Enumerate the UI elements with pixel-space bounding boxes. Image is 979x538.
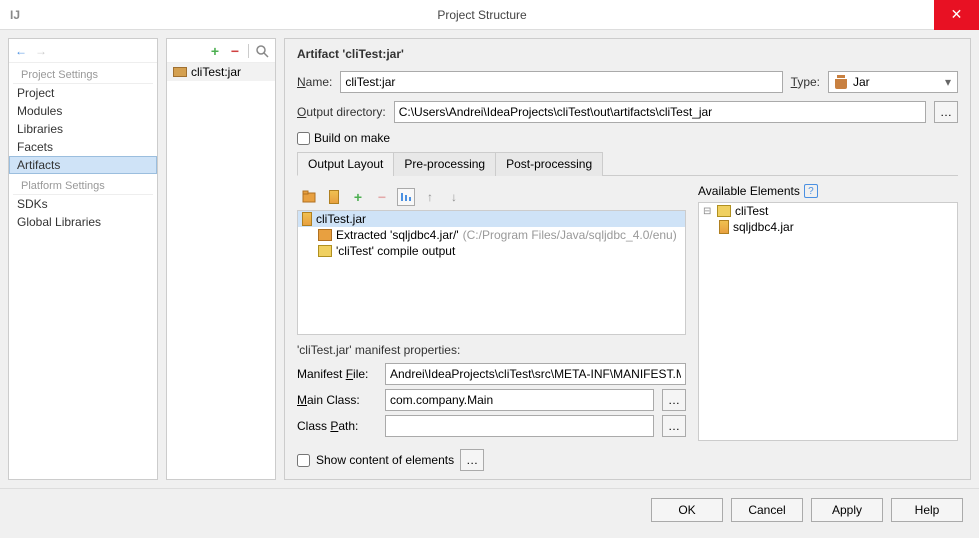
- nav-global-libraries[interactable]: Global Libraries: [9, 213, 157, 231]
- manifest-file-label: Manifest File:: [297, 367, 377, 381]
- available-tree[interactable]: ⊟ cliTest sqljdbc4.jar: [698, 202, 958, 441]
- titlebar: IJ Project Structure ✕: [0, 0, 979, 30]
- browse-class-path-button[interactable]: …: [662, 415, 686, 437]
- tree-item-hint: (C:/Program Files/Java/sqljdbc_4.0/enu): [463, 228, 677, 242]
- add-artifact-button[interactable]: +: [208, 44, 222, 58]
- new-folder-icon[interactable]: [301, 188, 319, 206]
- new-archive-icon[interactable]: [325, 188, 343, 206]
- nav-artifacts[interactable]: Artifacts: [9, 156, 157, 174]
- module-icon: [717, 205, 731, 217]
- jar-icon: [302, 212, 312, 226]
- tree-item-extracted[interactable]: Extracted 'sqljdbc4.jar/' (C:/Program Fi…: [298, 227, 685, 243]
- remove-button: −: [373, 188, 391, 206]
- artifact-item[interactable]: cliTest:jar: [167, 63, 275, 81]
- tab-pre-processing[interactable]: Pre-processing: [393, 152, 496, 176]
- compile-output-icon: [318, 245, 332, 257]
- tree-root[interactable]: cliTest.jar: [298, 211, 685, 227]
- class-path-label: Class Path:: [297, 419, 377, 433]
- name-label: Name:: [297, 75, 332, 89]
- apply-button[interactable]: Apply: [811, 498, 883, 522]
- help-icon[interactable]: ?: [804, 184, 818, 198]
- outdir-input[interactable]: [394, 101, 926, 123]
- artifact-list: + − cliTest:jar: [166, 38, 276, 480]
- show-content-label: Show content of elements: [316, 453, 454, 467]
- nav-forward-icon: →: [33, 43, 49, 59]
- available-elements-label: Available Elements: [698, 184, 800, 198]
- build-on-make-checkbox[interactable]: [297, 132, 310, 145]
- window-title: Project Structure: [30, 8, 934, 22]
- tree-item-label: Extracted 'sqljdbc4.jar/': [336, 228, 459, 242]
- avail-item[interactable]: sqljdbc4.jar: [699, 219, 957, 235]
- divider: [248, 44, 249, 58]
- nav-sdks[interactable]: SDKs: [9, 195, 157, 213]
- manifest-title: 'cliTest.jar' manifest properties:: [297, 343, 686, 357]
- dialog-buttons: OK Cancel Apply Help: [0, 488, 979, 530]
- artifact-details: Artifact 'cliTest:jar' Name: Type: Jar ▾…: [284, 38, 971, 480]
- jar-icon: [719, 220, 729, 234]
- main-class-input[interactable]: [385, 389, 654, 411]
- build-on-make-label: Build on make: [314, 131, 390, 145]
- section-platform-settings: Platform Settings: [13, 174, 153, 195]
- collapse-icon[interactable]: ⊟: [703, 206, 713, 217]
- settings-nav: ← → Project Settings Project Modules Lib…: [8, 38, 158, 480]
- ok-button[interactable]: OK: [651, 498, 723, 522]
- main-class-label: Main Class:: [297, 393, 377, 407]
- outdir-label: Output directory:: [297, 105, 386, 119]
- artifact-item-label: cliTest:jar: [191, 65, 241, 79]
- move-down-icon: ↓: [445, 188, 463, 206]
- avail-root[interactable]: ⊟ cliTest: [699, 203, 957, 219]
- nav-facets[interactable]: Facets: [9, 138, 157, 156]
- find-icon[interactable]: [255, 44, 269, 58]
- nav-modules[interactable]: Modules: [9, 102, 157, 120]
- artifact-icon: [173, 67, 187, 77]
- name-input[interactable]: [340, 71, 782, 93]
- sort-icon[interactable]: [397, 188, 415, 206]
- panel-title: Artifact 'cliTest:jar': [297, 47, 958, 61]
- chevron-down-icon: ▾: [945, 75, 951, 89]
- manifest-file-input[interactable]: [385, 363, 686, 385]
- type-label: Type:: [791, 75, 820, 89]
- avail-item-label: sqljdbc4.jar: [733, 220, 794, 234]
- tree-item-label: 'cliTest' compile output: [336, 244, 455, 258]
- nav-back-icon[interactable]: ←: [13, 43, 29, 59]
- browse-outdir-button[interactable]: …: [934, 101, 958, 123]
- tab-output-layout[interactable]: Output Layout: [297, 152, 394, 176]
- move-up-icon: ↑: [421, 188, 439, 206]
- cancel-button[interactable]: Cancel: [731, 498, 803, 522]
- section-project-settings: Project Settings: [13, 63, 153, 84]
- type-value: Jar: [853, 75, 870, 89]
- tree-item-compile-output[interactable]: 'cliTest' compile output: [298, 243, 685, 259]
- app-icon: IJ: [0, 8, 30, 22]
- remove-artifact-button[interactable]: −: [228, 44, 242, 58]
- type-select[interactable]: Jar ▾: [828, 71, 958, 93]
- class-path-input[interactable]: [385, 415, 654, 437]
- tree-root-label: cliTest.jar: [316, 212, 366, 226]
- add-copy-button[interactable]: +: [349, 188, 367, 206]
- nav-libraries[interactable]: Libraries: [9, 120, 157, 138]
- help-button[interactable]: Help: [891, 498, 963, 522]
- output-tree[interactable]: cliTest.jar Extracted 'sqljdbc4.jar/' (C…: [297, 210, 686, 335]
- browse-main-class-button[interactable]: …: [662, 389, 686, 411]
- show-content-checkbox[interactable]: [297, 454, 310, 467]
- avail-root-label: cliTest: [735, 204, 768, 218]
- nav-project[interactable]: Project: [9, 84, 157, 102]
- jar-icon: [835, 75, 847, 89]
- close-button[interactable]: ✕: [934, 0, 979, 30]
- tab-post-processing[interactable]: Post-processing: [495, 152, 603, 176]
- extracted-folder-icon: [318, 229, 332, 241]
- show-content-config-button[interactable]: …: [460, 449, 484, 471]
